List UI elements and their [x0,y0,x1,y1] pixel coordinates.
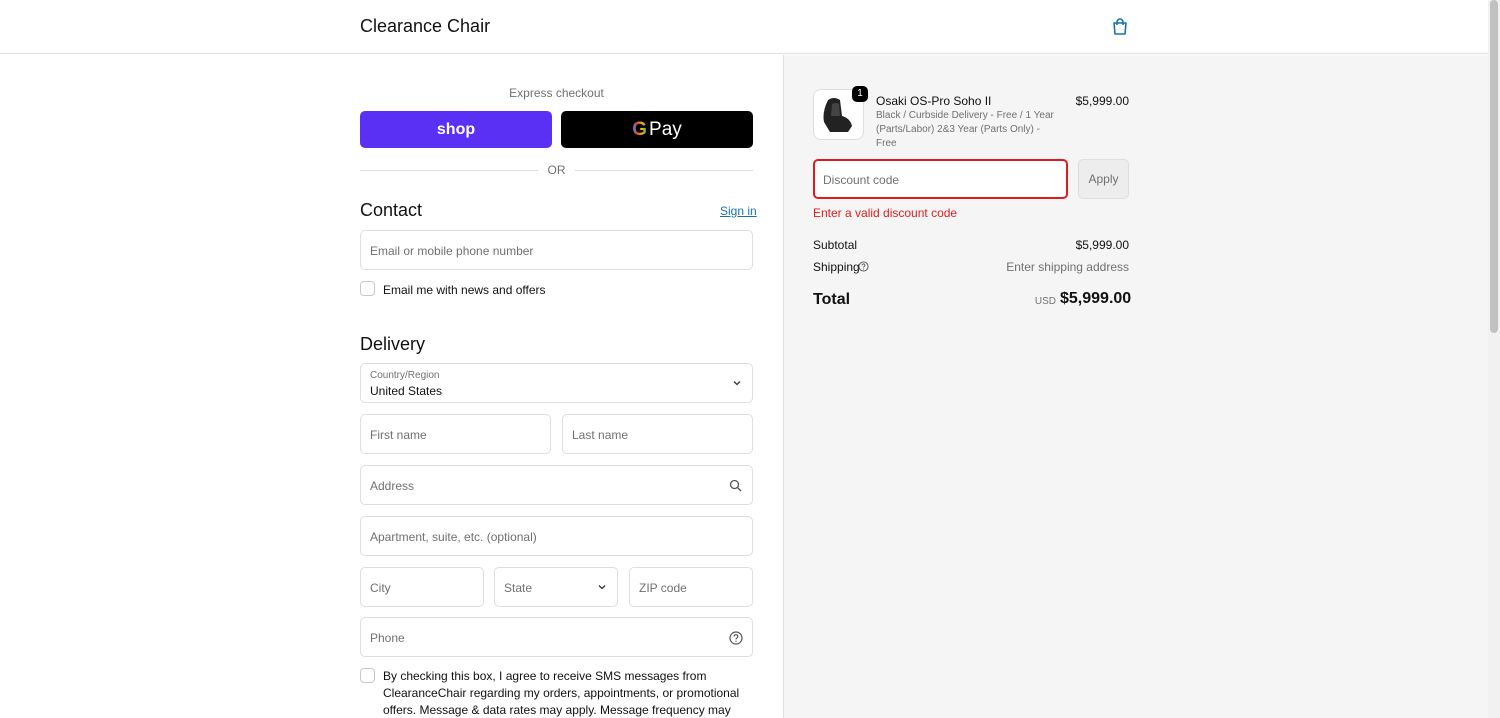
news-checkbox[interactable] [360,281,375,296]
zip-placeholder: ZIP code [639,581,687,595]
apply-discount-button[interactable]: Apply [1078,159,1129,199]
last-name-placeholder: Last name [572,428,629,442]
sms-consent-text: By checking this box, I agree to receive… [383,669,740,717]
city-field[interactable]: City [360,567,484,607]
phone-field[interactable]: Phone [360,617,753,657]
first-name-placeholder: First name [370,428,427,442]
state-placeholder: State [504,581,533,595]
shop-pay-button[interactable]: shop [360,111,552,148]
site-header: Clearance Chair [0,0,1488,54]
chevron-down-icon [598,585,606,590]
google-g-icon: G [632,118,648,140]
address-field[interactable]: Address [360,465,753,505]
country-select[interactable]: Country/Region United States [360,363,753,403]
store-name[interactable]: Clearance Chair [360,16,490,37]
product-image [813,89,864,140]
shopping-bag-icon [1113,18,1127,35]
email-placeholder: Email or mobile phone number [370,244,534,258]
massage-chair-icon [823,98,852,132]
country-value: United States [370,384,443,398]
delivery-title: Delivery [360,334,426,354]
shipping-help-icon[interactable] [858,261,869,272]
apartment-field[interactable]: Apartment, suite, etc. (optional) [360,516,753,556]
express-checkout-label: Express checkout [509,86,604,100]
contact-title: Contact [360,200,423,220]
address-placeholder: Address [370,479,415,493]
search-icon [729,479,742,492]
phone-placeholder: Phone [370,631,405,645]
order-summary-panel [783,55,1488,718]
discount-code-field[interactable]: Discount code [813,159,1068,199]
shop-pay-label: shop [436,120,476,138]
last-name-field[interactable]: Last name [562,414,753,454]
zip-field[interactable]: ZIP code [629,567,753,607]
page-scrollbar[interactable] [1488,0,1500,718]
google-pay-button[interactable]: G Pay [561,111,753,148]
cart-button[interactable] [1110,17,1130,37]
news-checkbox-label: Email me with news and offers [383,283,546,297]
discount-placeholder: Discount code [823,173,900,187]
city-placeholder: City [370,581,391,595]
sms-checkbox[interactable] [360,668,375,683]
sign-in-link[interactable]: Sign in [720,204,757,218]
checkout-form-panel: Express checkout shop G Pay OR Contact Si… [0,55,783,718]
country-label: Country/Region [370,370,440,381]
email-field[interactable]: Email or mobile phone number [360,230,753,270]
first-name-field[interactable]: First name [360,414,551,454]
question-help-icon[interactable] [729,631,743,645]
or-divider: OR [360,163,753,177]
chevron-down-icon [733,381,741,386]
scrollbar-thumb[interactable] [1490,0,1498,333]
apartment-placeholder: Apartment, suite, etc. (optional) [370,530,537,544]
google-pay-label: Pay [649,118,682,140]
state-select[interactable]: State [494,567,618,607]
